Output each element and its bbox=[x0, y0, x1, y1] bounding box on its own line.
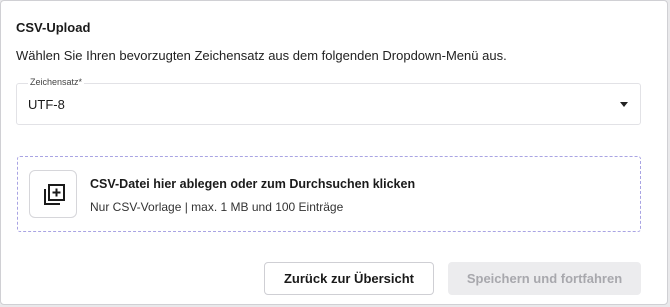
charset-select-value: UTF-8 bbox=[28, 97, 65, 112]
csv-dropzone[interactable]: CSV-Datei hier ablegen oder zum Durchsuc… bbox=[17, 156, 641, 232]
charset-select-label: Zeichensatz* bbox=[28, 77, 85, 87]
back-to-overview-button[interactable]: Zurück zur Übersicht bbox=[264, 262, 434, 295]
upload-icon-box bbox=[29, 170, 77, 218]
page-description: Wählen Sie Ihren bevorzugten Zeichensatz… bbox=[16, 48, 507, 63]
csv-upload-card: CSV-Upload Wählen Sie Ihren bevorzugten … bbox=[0, 0, 668, 305]
save-and-continue-button[interactable]: Speichern und fortfahren bbox=[448, 262, 641, 295]
dropzone-hint: Nur CSV-Vorlage | max. 1 MB und 100 Eint… bbox=[90, 200, 344, 214]
page-title: CSV-Upload bbox=[16, 20, 91, 35]
charset-select[interactable]: Zeichensatz* UTF-8 bbox=[16, 77, 641, 125]
add-to-library-icon bbox=[44, 184, 65, 205]
dropzone-title: CSV-Datei hier ablegen oder zum Durchsuc… bbox=[90, 177, 416, 191]
caret-down-icon bbox=[620, 102, 628, 107]
